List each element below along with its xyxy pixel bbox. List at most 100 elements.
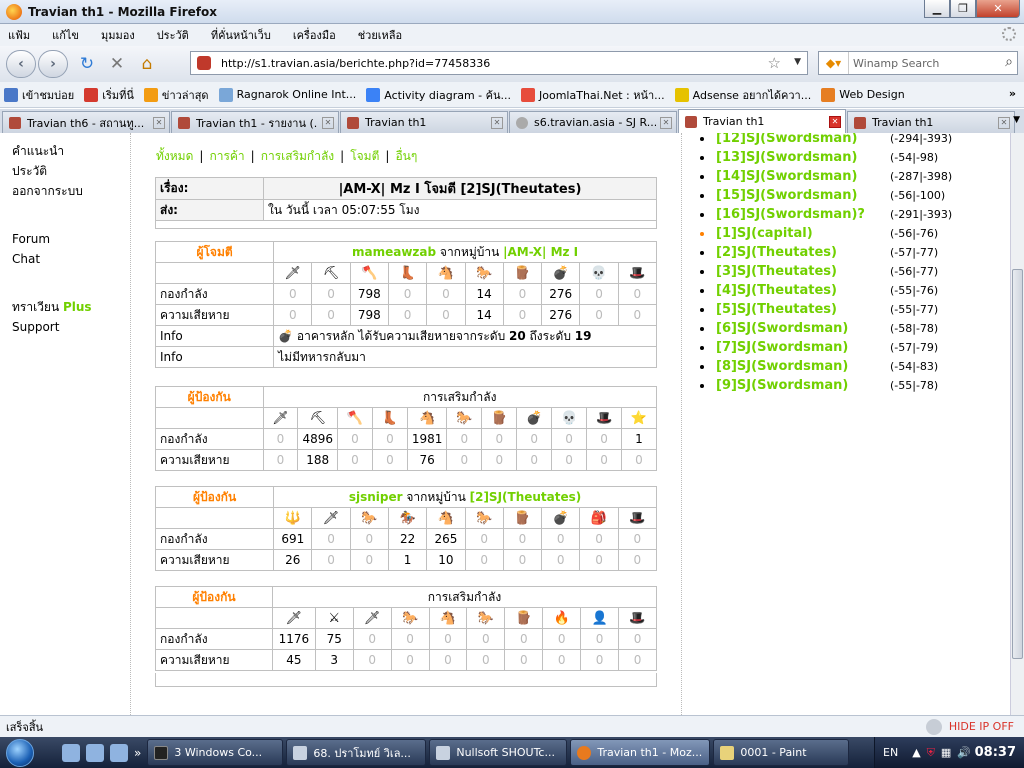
vertical-scrollbar[interactable] (1010, 133, 1024, 715)
taskbar-notepad[interactable]: 68. ปราโมทย์ วิเล... (286, 739, 427, 766)
bookmark-star-icon[interactable]: ☆ (768, 54, 781, 72)
quicklaunch-icon[interactable] (62, 743, 80, 762)
network-icon[interactable]: ▦ (941, 746, 951, 759)
village-link[interactable]: [13]SJ(Swordsman) (716, 148, 857, 167)
tray-expand-icon[interactable]: ▲ (912, 746, 920, 759)
input-language[interactable]: EN (883, 746, 898, 759)
bookmark-joomlathai[interactable]: JoomlaThai.Net : หน้า... (521, 86, 665, 104)
tab-close-icon[interactable]: ✕ (153, 116, 165, 129)
stop-icon[interactable]: ✕ (104, 51, 130, 77)
volume-icon[interactable]: 🔊 (957, 746, 971, 759)
maximize-button[interactable]: ❐ (950, 0, 976, 18)
window-title-bar[interactable]: Travian th1 - Mozilla Firefox ▁ ❐ ✕ (0, 0, 1024, 24)
menu-view[interactable]: มุมมอง (97, 26, 139, 44)
antivirus-icon[interactable]: ⛨ (927, 746, 935, 760)
bookmark-most-visited[interactable]: เข้าชมบ่อย (4, 86, 74, 104)
menu-file[interactable]: แฟ้ม (4, 26, 34, 44)
addon-icon[interactable] (926, 718, 942, 735)
village-link[interactable]: [14]SJ(Swordsman) (716, 167, 857, 186)
attacker-player-link[interactable]: mameawzab (352, 245, 436, 259)
tab-s6-travian[interactable]: s6.travian.asia - SJ R... ✕ (509, 111, 677, 133)
clock[interactable]: 08:37 (975, 745, 1016, 760)
menu-edit[interactable]: แก้ไข (48, 26, 83, 44)
home-icon[interactable]: ⌂ (134, 51, 160, 77)
bookmark-adsense[interactable]: Adsense อยากได้ควา... (674, 86, 811, 104)
taskbar-firefox[interactable]: Travian th1 - Moz... (570, 739, 711, 766)
back-button[interactable]: ‹ (6, 50, 36, 78)
tab-travian-th1-report[interactable]: Travian th1 - รายงาน (... ✕ (171, 111, 339, 133)
tab-close-icon[interactable]: ✕ (322, 116, 334, 129)
menu-tools[interactable]: เครื่องมือ (289, 26, 340, 44)
filter-reinforcement[interactable]: การเสริมกำลัง (261, 149, 334, 163)
search-box[interactable]: ◆▾ Winamp Search ⌕ (818, 51, 1018, 75)
bookmark-ragnarok[interactable]: Ragnarok Online Int... (218, 87, 356, 102)
village-link[interactable]: [7]SJ(Swordsman) (716, 338, 848, 357)
minimize-button[interactable]: ▁ (924, 0, 950, 18)
unit-icon: 🐴 (426, 507, 466, 529)
quicklaunch-more-icon[interactable]: » (134, 746, 141, 760)
left-navigation: คำแนะนำ ประวัติ ออกจากระบบ Forum Chat ทร… (12, 133, 128, 337)
nav-profile-link[interactable]: ประวัติ (12, 161, 128, 181)
village-link[interactable]: [9]SJ(Swordsman) (716, 376, 848, 395)
village-link[interactable]: [1]SJ(capital) (716, 224, 813, 243)
village-link[interactable]: [12]SJ(Swordsman) (716, 133, 857, 148)
bookmark-web-design[interactable]: Web Design (821, 87, 905, 102)
bookmark-activity-diagram[interactable]: Activity diagram - ค้น... (366, 86, 511, 104)
tab-travian-th1-b[interactable]: Travian th1 ✕ (847, 111, 1015, 133)
menu-bookmarks[interactable]: ที่คั่นหน้าเว็บ (207, 26, 275, 44)
defender-player-link[interactable]: sjsniper (349, 490, 403, 504)
url-dropdown-icon[interactable]: ▼ (794, 57, 801, 67)
taskbar-shoutcast[interactable]: Nullsoft SHOUTc... (429, 739, 568, 766)
village-link[interactable]: [16]SJ(Swordsman)? (716, 205, 865, 224)
nav-forum-link[interactable]: Forum (12, 229, 128, 249)
village-link[interactable]: [3]SJ(Theutates) (716, 262, 837, 281)
tab-travian-th6[interactable]: Travian th6 - สถานทู... ✕ (2, 111, 170, 133)
tab-close-icon[interactable]: ✕ (829, 115, 841, 128)
hide-ip-toggle[interactable]: HIDE IP OFF (949, 720, 1014, 733)
nav-travian-plus-link[interactable]: ทราเวียน Plus (12, 297, 128, 317)
tab-travian-th1-active[interactable]: Travian th1 ✕ (678, 109, 846, 133)
tab-close-icon[interactable]: ✕ (660, 116, 672, 129)
filter-other[interactable]: อื่นๆ (395, 149, 417, 163)
reload-icon[interactable]: ↻ (74, 51, 100, 77)
unit-icon: 🎩 (586, 407, 622, 429)
tab-list-dropdown-icon[interactable]: ▼ (1013, 115, 1020, 125)
taskbar-paint[interactable]: 0001 - Paint (713, 739, 850, 766)
village-link[interactable]: [4]SJ(Theutates) (716, 281, 837, 300)
village-link[interactable]: [5]SJ(Theutates) (716, 300, 837, 319)
filter-trade[interactable]: การค้า (209, 149, 244, 163)
village-link[interactable]: [8]SJ(Swordsman) (716, 357, 848, 376)
close-window-button[interactable]: ✕ (976, 0, 1020, 18)
filter-attacks[interactable]: โจมตี (350, 149, 379, 163)
village-link[interactable]: [2]SJ(Theutates) (716, 243, 837, 262)
search-engine-icon[interactable]: ◆▾ (819, 52, 849, 74)
menu-history[interactable]: ประวัติ (153, 26, 193, 44)
url-bar[interactable]: http://s1.travian.asia/berichte.php?id=7… (190, 51, 808, 75)
tab-close-icon[interactable]: ✕ (491, 116, 503, 129)
ie-icon[interactable] (110, 743, 128, 762)
nav-logout-link[interactable]: ออกจากระบบ (12, 181, 128, 201)
menu-help[interactable]: ช่วยเหลือ (354, 26, 406, 44)
nav-support-link[interactable]: Support (12, 317, 128, 337)
forward-button[interactable]: › (38, 50, 68, 78)
tab-close-icon[interactable]: ✕ (998, 116, 1010, 129)
tab-travian-th1-a[interactable]: Travian th1 ✕ (340, 111, 508, 133)
loss-count: 0 (586, 449, 622, 471)
filter-all[interactable]: ทั้งหมด (156, 149, 193, 163)
start-button[interactable] (0, 737, 40, 768)
bookmark-latest-news[interactable]: ข่าวล่าสุด (143, 86, 209, 104)
taskbar-cmd-windows[interactable]: 3 Windows Co... (147, 739, 284, 766)
unit-icon: 💀 (551, 407, 588, 429)
bookmark-getting-started[interactable]: เริ่มที่นี่ (84, 86, 134, 104)
defender-village-link[interactable]: [2]SJ(Theutates) (470, 490, 582, 504)
village-link[interactable]: [15]SJ(Swordsman) (716, 186, 857, 205)
attacker-village-link[interactable]: |AM-X| Mz I (503, 245, 578, 259)
troop-count: 0 (618, 628, 657, 650)
scrollbar-thumb[interactable] (1012, 269, 1023, 659)
more-bookmarks-icon[interactable]: » (1009, 87, 1016, 100)
nav-instructions-link[interactable]: คำแนะนำ (12, 141, 128, 161)
search-icon[interactable]: ⌕ (1005, 54, 1013, 70)
nav-chat-link[interactable]: Chat (12, 249, 128, 269)
show-desktop-icon[interactable] (86, 743, 104, 762)
village-link[interactable]: [6]SJ(Swordsman) (716, 319, 848, 338)
